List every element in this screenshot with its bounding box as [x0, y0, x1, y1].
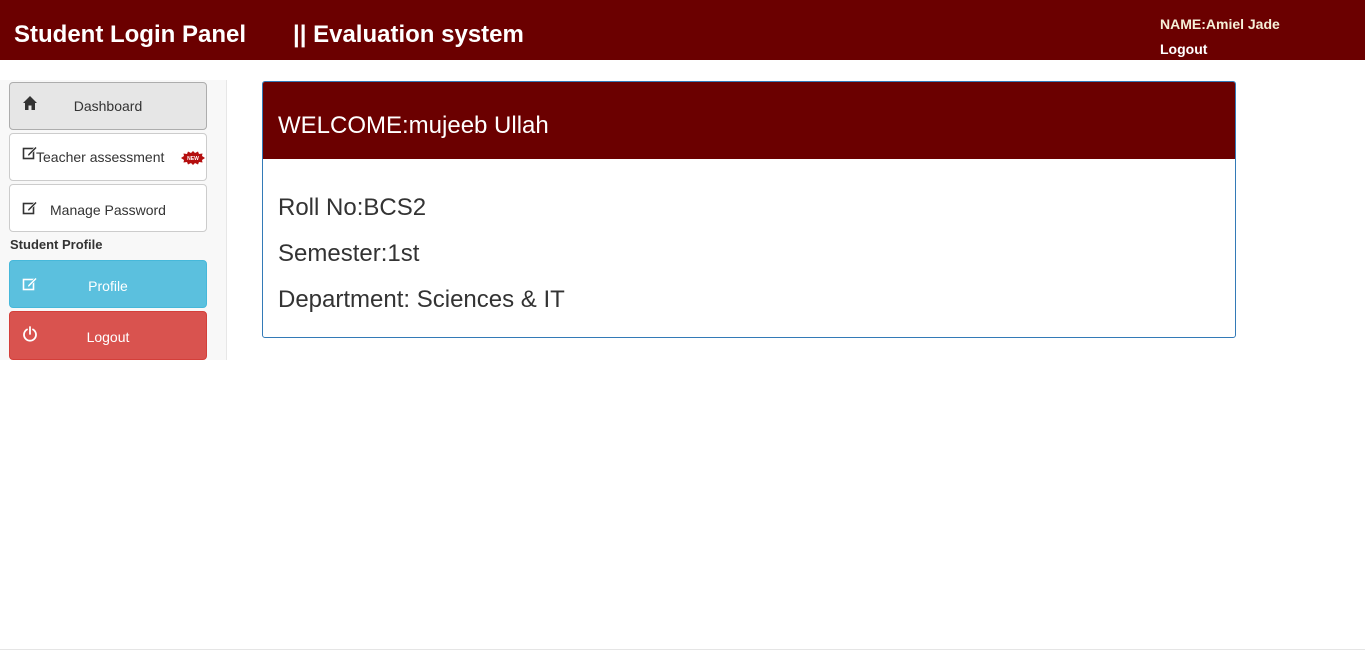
profile-button-label: Profile: [88, 278, 128, 294]
sidebar: Dashboard Teacher assessment NEW Manage …: [0, 80, 227, 360]
top-navbar: Student Login Panel || Evaluation system…: [0, 0, 1365, 60]
header-logout-link[interactable]: Logout: [1160, 41, 1207, 57]
sidebar-item-label: Manage Password: [50, 202, 166, 218]
department: Department: Sciences & IT: [278, 286, 565, 313]
semester: Semester:1st: [278, 240, 420, 267]
footer-divider: [0, 649, 1365, 650]
profile-button[interactable]: Profile: [9, 260, 207, 308]
student-profile-heading: Student Profile: [10, 237, 103, 252]
svg-text:NEW: NEW: [187, 156, 199, 162]
app-subtitle: || Evaluation system: [293, 21, 524, 48]
roll-number: Roll No:BCS2: [278, 194, 427, 221]
sidebar-item-dashboard[interactable]: Dashboard: [9, 82, 207, 130]
brand-title[interactable]: Student Login Panel: [14, 20, 246, 50]
sidebar-item-label: Teacher assessment: [36, 149, 165, 165]
sidebar-item-manage-password[interactable]: Manage Password: [9, 184, 207, 232]
welcome-panel: WELCOME:mujeeb Ullah Roll No:BCS2 Semest…: [262, 81, 1236, 338]
new-badge-icon: NEW: [181, 151, 205, 165]
sidebar-item-label: Dashboard: [73, 98, 143, 114]
logout-button-label: Logout: [86, 329, 130, 345]
welcome-heading: WELCOME:mujeeb Ullah: [263, 82, 1235, 159]
sidebar-item-teacher-assessment[interactable]: Teacher assessment NEW: [9, 133, 207, 181]
logout-button[interactable]: Logout: [9, 311, 207, 360]
user-name-label: NAME:Amiel Jade: [1160, 16, 1280, 32]
